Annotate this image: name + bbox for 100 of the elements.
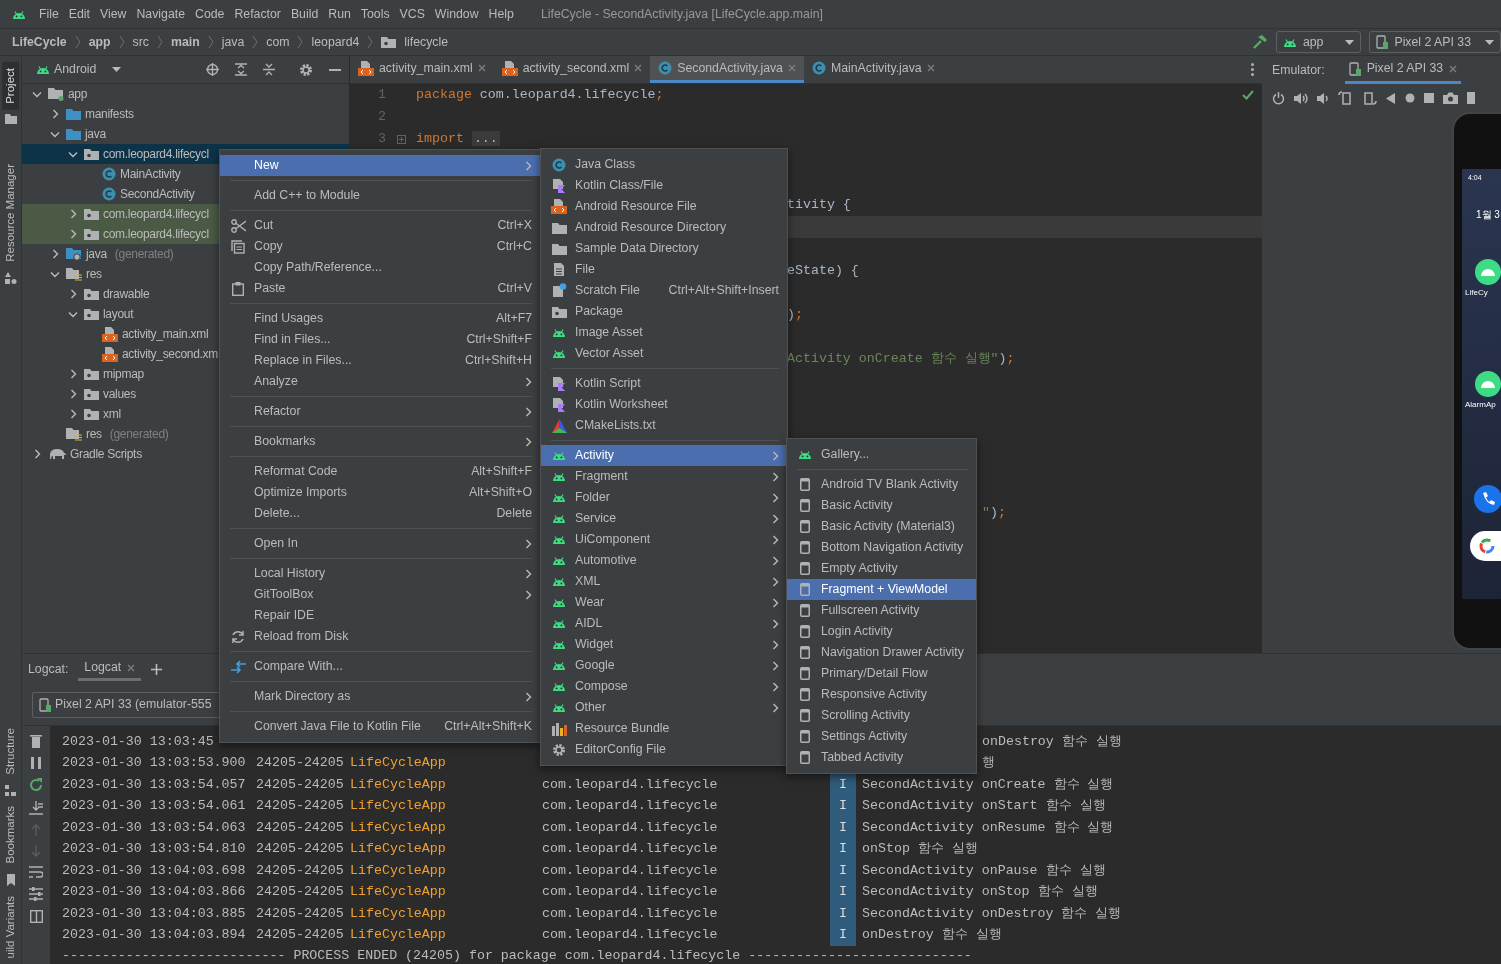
menu-item[interactable]: Bottom Navigation Activity [787,537,976,558]
menu-bar-item[interactable]: Help [483,4,519,24]
editor-tab[interactable]: activity_second.xml [493,56,651,83]
menu-item[interactable]: Activity [541,445,787,466]
camera-icon[interactable] [1443,92,1458,104]
breadcrumb[interactable]: java [221,32,245,52]
breadcrumb[interactable]: LifeCycle [12,32,67,52]
restart-icon[interactable] [29,778,43,792]
breadcrumb[interactable]: app [88,32,111,52]
menu-bar-item[interactable]: Tools [355,4,395,24]
menu-item[interactable]: New [220,155,540,176]
tool-window-tab[interactable]: Bookmarks [1,800,20,870]
hammer-icon[interactable] [1251,34,1268,50]
menu-item[interactable]: Empty Activity [787,558,976,579]
menu-item[interactable]: Google [541,655,787,676]
menu-item[interactable]: Tabbed Activity [787,747,976,768]
menu-item[interactable]: CMakeLists.txt [541,415,787,436]
menu-item[interactable]: Java Class [541,154,787,175]
menu-item[interactable]: Replace in Files... Ctrl+Shift+H [220,350,540,371]
menu-item[interactable]: EditorConfig File [541,739,787,760]
menu-item[interactable]: Scratch File Ctrl+Alt+Shift+Insert [541,280,787,301]
run-config-dropdown[interactable]: app [1275,31,1362,53]
menu-item[interactable]: Android TV Blank Activity [787,474,976,495]
menu-item[interactable]: Primary/Detail Flow [787,663,976,684]
menu-bar-item[interactable]: Run [323,4,356,24]
tree-item[interactable]: app [22,84,349,104]
menu-item[interactable]: Sample Data Directory [541,238,787,259]
menu-item[interactable]: Resource Bundle [541,718,787,739]
layout-icon[interactable] [29,910,43,923]
menu-item[interactable]: Other [541,697,787,718]
menu-item[interactable]: Responsive Activity [787,684,976,705]
trash-icon[interactable] [30,734,42,748]
breadcrumb[interactable]: src [132,32,149,52]
rotate-right-icon[interactable] [1362,91,1377,105]
expand-all-icon[interactable] [235,63,247,76]
tool-window-tab[interactable]: Structure [1,722,20,782]
menu-item[interactable]: Optimize Imports Alt+Shift+O [220,482,540,503]
menu-item[interactable]: Scrolling Activity [787,705,976,726]
menu-item[interactable]: Copy Path/Reference... [220,257,540,278]
menu-item[interactable]: Reload from Disk [220,626,540,647]
home-icon[interactable] [1405,93,1415,103]
menu-item[interactable]: Wear [541,592,787,613]
menu-bar-item[interactable]: Edit [63,4,96,24]
menu-item[interactable]: Automotive [541,550,787,571]
menu-bar-item[interactable]: Navigate [131,4,190,24]
menu-item[interactable]: File [541,259,787,280]
menu-item[interactable]: Package [541,301,787,322]
menu-item[interactable]: UiComponent [541,529,787,550]
menu-item[interactable]: Basic Activity (Material3) [787,516,976,537]
menu-item[interactable]: Find Usages Alt+F7 [220,308,540,329]
menu-item[interactable]: Paste Ctrl+V [220,278,540,299]
breadcrumb[interactable]: lifecycle [404,32,449,52]
menu-item[interactable]: AIDL [541,613,787,634]
menu-item[interactable]: Image Asset [541,322,787,343]
menu-item[interactable]: Open In [220,533,540,554]
breadcrumb[interactable]: main [170,32,200,52]
tree-item[interactable]: manifests [22,104,349,124]
phone-call-icon[interactable] [1474,485,1501,513]
add-icon[interactable] [151,663,163,675]
close-icon[interactable] [926,64,935,72]
menu-item[interactable]: Kotlin Class/File [541,175,787,196]
menu-item[interactable]: Compose [541,676,787,697]
menu-item[interactable]: Fragment + ViewModel [787,579,976,600]
collapse-all-icon[interactable] [263,63,275,76]
menu-item[interactable]: Kotlin Worksheet [541,394,787,415]
minimize-icon[interactable] [329,68,341,71]
filter-settings-icon[interactable] [29,887,43,901]
gear-icon[interactable] [299,62,313,77]
menu-item[interactable]: Find in Files... Ctrl+Shift+F [220,329,540,350]
menu-item[interactable]: Fullscreen Activity [787,600,976,621]
menu-item[interactable]: Login Activity [787,621,976,642]
back-icon[interactable] [1386,92,1396,104]
device-tab[interactable]: Pixel 2 API 33 [1344,56,1462,84]
menu-item[interactable]: Fragment [541,466,787,487]
close-icon[interactable] [634,64,643,72]
view-selector[interactable]: Android [54,60,97,79]
editor-tab[interactable]: SecondActivity.java [650,56,804,83]
menu-item[interactable]: Vector Asset [541,343,787,364]
menu-item[interactable]: Add C++ to Module [220,185,540,206]
menu-item[interactable]: Delete... Delete [220,503,540,524]
soft-wrap-icon[interactable] [29,866,43,878]
rotate-left-icon[interactable] [1338,91,1353,105]
device-dropdown[interactable]: Pixel 2 API 33 [1369,31,1501,53]
tool-window-tab[interactable]: Project [1,62,20,110]
menu-item[interactable]: Compare With... [220,656,540,677]
menu-item[interactable]: Gallery... [787,444,976,465]
menu-bar-item[interactable]: Code [190,4,230,24]
close-icon[interactable] [477,64,486,72]
power-icon[interactable] [1272,91,1285,105]
menu-bar-item[interactable]: View [95,4,132,24]
menu-item[interactable]: Settings Activity [787,726,976,747]
app-icon[interactable] [1475,259,1501,285]
menu-item[interactable]: GitToolBox [220,584,540,605]
volume-down-icon[interactable] [1317,91,1329,105]
menu-item[interactable]: Android Resource Directory [541,217,787,238]
tree-item[interactable]: java [22,124,349,144]
menu-item[interactable]: Local History [220,563,540,584]
breadcrumb[interactable]: com [266,32,290,52]
menu-item[interactable]: Repair IDE [220,605,540,626]
menu-item[interactable]: Convert Java File to Kotlin File Ctrl+Alt+Shift+K [220,716,540,737]
